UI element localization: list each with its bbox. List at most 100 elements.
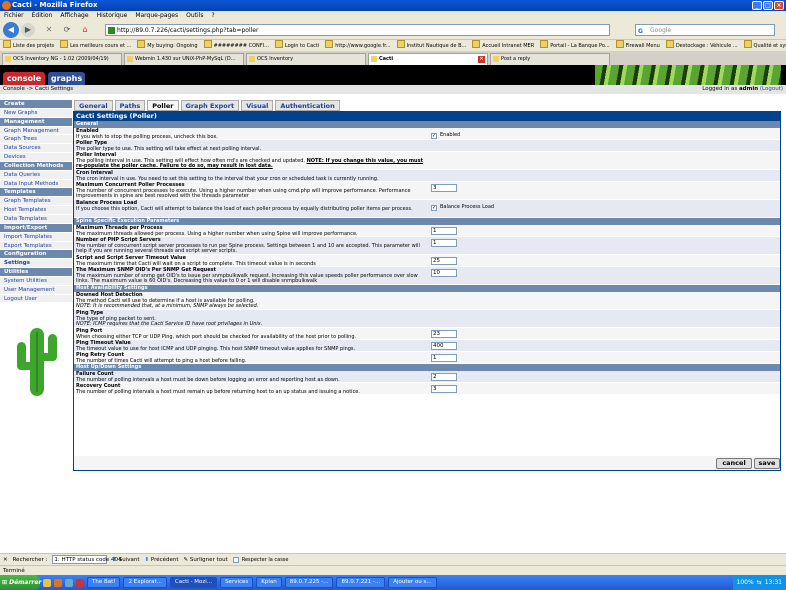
maximize-button[interactable]: □	[763, 1, 773, 10]
browser-tab[interactable]: Post a reply	[490, 53, 610, 65]
bookmark-item[interactable]: ######## CONFI...	[204, 40, 269, 51]
taskbar-item[interactable]: 2 Explorat...	[123, 577, 167, 588]
bookmark-item[interactable]: Les meilleurs cours et ...	[60, 40, 131, 51]
sidebar-link[interactable]: New Graphs	[4, 110, 37, 116]
browser-tab-active[interactable]: Cacti ×	[368, 53, 488, 65]
menu-file[interactable]: Fichier	[4, 11, 24, 21]
setting-input[interactable]: 3	[431, 385, 457, 393]
quicklaunch-icon[interactable]	[65, 578, 73, 587]
setting-input[interactable]: 1	[431, 354, 457, 362]
close-window-button[interactable]: ×	[774, 1, 784, 10]
sidebar-item-graph-templates[interactable]: Graph Templates	[0, 197, 72, 207]
console-tab[interactable]: console	[3, 72, 45, 85]
graphs-tab[interactable]: graphs	[48, 72, 85, 85]
sidebar-link[interactable]: Export Templates	[4, 243, 52, 249]
taskbar-item[interactable]: Cacti - Mozi...	[169, 577, 218, 588]
setting-input[interactable]: 25	[431, 257, 457, 265]
forward-arrow-icon[interactable]: ▶	[21, 23, 35, 37]
bookmark-item[interactable]: Qualité et système d'i...	[744, 40, 786, 51]
sidebar-item-data-templates[interactable]: Data Templates	[0, 214, 72, 224]
match-case-checkbox[interactable]: Respecter la casse	[232, 554, 289, 566]
sidebar-link[interactable]: Data Templates	[4, 216, 47, 222]
tab-visual[interactable]: Visual	[241, 100, 274, 111]
quicklaunch-icon[interactable]	[43, 578, 51, 587]
sidebar-link[interactable]: Logout User	[4, 296, 37, 302]
setting-input[interactable]: 10	[431, 269, 457, 277]
taskbar-item[interactable]: Kplan	[256, 577, 282, 588]
stop-icon[interactable]: ✕	[42, 23, 56, 37]
sidebar-item-graph-trees[interactable]: Graph Trees	[0, 135, 72, 145]
sidebar-item-data-input-methods[interactable]: Data Input Methods	[0, 179, 72, 189]
sidebar-link[interactable]: Settings	[4, 260, 30, 266]
browser-tab[interactable]: Webmin 1.430 sur UNiX-PhP-MySqL (D...	[124, 53, 244, 65]
setting-input[interactable]: 400	[431, 342, 457, 350]
bookmark-item[interactable]: Firewall Menu	[616, 40, 660, 51]
setting-input[interactable]: 1	[431, 227, 457, 235]
sidebar-item-export-templates[interactable]: Export Templates	[0, 241, 72, 251]
tab-authentication[interactable]: Authentication	[275, 100, 340, 111]
start-button[interactable]: ⊞ Démarrer	[0, 575, 41, 590]
menu-help[interactable]: ?	[211, 11, 214, 21]
sidebar-item-system-utilities[interactable]: System Utilities	[0, 276, 72, 286]
sidebar-item-data-queries[interactable]: Data Queries	[0, 170, 72, 180]
tab-general[interactable]: General	[74, 100, 113, 111]
tab-paths[interactable]: Paths	[114, 100, 146, 111]
browser-tab[interactable]: OCS Inventory NG - 1.02 (2009/04/19)	[2, 53, 122, 65]
tab-poller[interactable]: Poller	[147, 100, 179, 111]
sidebar-link[interactable]: Graph Trees	[4, 136, 37, 142]
menu-history[interactable]: Historique	[97, 11, 128, 21]
sidebar-link[interactable]: Graph Templates	[4, 198, 51, 204]
bookmark-item[interactable]: http://www.google.fr...	[325, 40, 390, 51]
menu-bookmarks[interactable]: Marque-pages	[135, 11, 178, 21]
setting-input[interactable]: 2	[431, 373, 457, 381]
sidebar-item-new-graphs[interactable]: New Graphs	[0, 108, 72, 118]
setting-checkbox[interactable]: ✓ Enabled	[431, 132, 460, 139]
find-previous-button[interactable]: ⬆ Précédent	[145, 554, 179, 566]
sidebar-item-import-templates[interactable]: Import Templates	[0, 232, 72, 242]
taskbar-item[interactable]: 89.0.7.221 -...	[336, 577, 386, 588]
reload-icon[interactable]: ⟳	[60, 23, 74, 37]
bookmark-item[interactable]: Destockage : Véhicule ...	[666, 40, 738, 51]
setting-input[interactable]: 23	[431, 330, 457, 338]
sidebar-item-host-templates[interactable]: Host Templates	[0, 206, 72, 215]
tab-graph-export[interactable]: Graph Export	[180, 100, 240, 111]
menu-edit[interactable]: Édition	[32, 11, 53, 21]
sidebar-link[interactable]: Devices	[4, 154, 26, 160]
close-find-icon[interactable]: ✕	[3, 554, 8, 566]
highlight-all-button[interactable]: ✎ Surligner tout	[184, 554, 228, 566]
setting-checkbox[interactable]: ✓ Balance Process Load	[431, 204, 494, 211]
firefox-quicklaunch-icon[interactable]	[54, 578, 62, 587]
checkbox-box[interactable]: ✓	[431, 133, 437, 139]
minimize-button[interactable]: _	[752, 1, 762, 10]
sidebar-link[interactable]: User Management	[4, 287, 55, 293]
cancel-button[interactable]: cancel	[716, 458, 752, 469]
find-next-button[interactable]: ⬇ Suivant	[112, 554, 139, 566]
close-tab-icon[interactable]: ×	[478, 56, 485, 63]
home-icon[interactable]: ⌂	[78, 23, 92, 37]
bookmark-item[interactable]: My buying: Ongoing	[137, 40, 197, 51]
taskbar-item[interactable]: Ajouter ou s...	[388, 577, 437, 588]
sidebar-item-devices[interactable]: Devices	[0, 153, 72, 162]
sidebar-item-graph-management[interactable]: Graph Management	[0, 126, 72, 136]
sidebar-item-user-management[interactable]: User Management	[0, 285, 72, 295]
sidebar-link[interactable]: Host Templates	[4, 207, 46, 213]
sidebar-link[interactable]: Import Templates	[4, 234, 52, 240]
sidebar-item-logout-user[interactable]: Logout User	[0, 294, 72, 304]
setting-input[interactable]: 3	[431, 184, 457, 192]
bookmark-item[interactable]: Institut Nautique de B...	[397, 40, 467, 51]
save-button[interactable]: save	[754, 458, 780, 469]
sidebar-link[interactable]: System Utilities	[4, 278, 47, 284]
quicklaunch-icon[interactable]	[76, 578, 84, 587]
bookmark-item[interactable]: Liste des projets	[3, 40, 54, 51]
bookmark-item[interactable]: Accueil Intranet MER	[472, 40, 534, 51]
logout-link[interactable]: (Logout)	[760, 86, 783, 92]
setting-input[interactable]: 1	[431, 239, 457, 247]
find-input[interactable]: 1: HTTP status code 404	[52, 555, 121, 564]
taskbar-item[interactable]: 89.0.7.225 -...	[284, 577, 334, 588]
sidebar-link[interactable]: Data Sources	[4, 145, 41, 151]
bookmark-item[interactable]: Login to Cacti	[275, 40, 319, 51]
search-box[interactable]: G Google	[635, 24, 775, 36]
sidebar-item-data-sources[interactable]: Data Sources	[0, 144, 72, 154]
bookmark-item[interactable]: Portail - La Banque Po...	[540, 40, 609, 51]
taskbar-item[interactable]: The Bat!	[87, 577, 121, 588]
